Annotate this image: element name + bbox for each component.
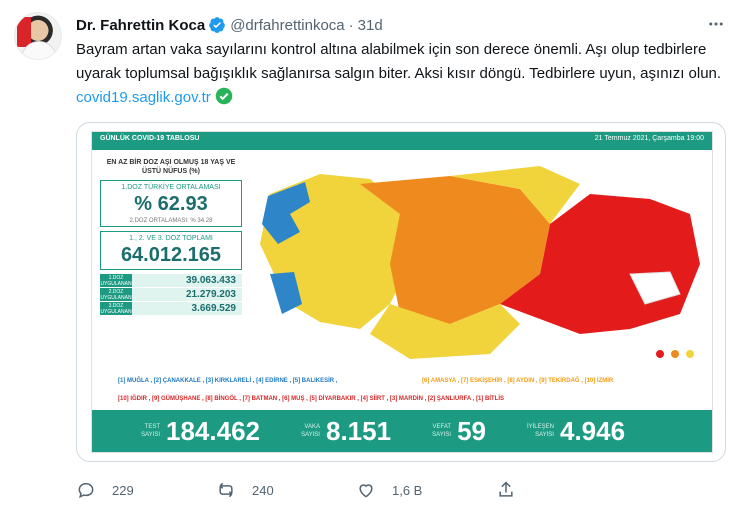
map-legend-dot-red bbox=[656, 350, 664, 358]
more-options-icon[interactable] bbox=[704, 12, 728, 36]
dose-rows: 1.DOZ UYGULANAN 39.063.433 2.DOZ UYGULAN… bbox=[100, 274, 242, 315]
tweet-text: Bayram artan vaka sayılarını kontrol alt… bbox=[76, 38, 726, 110]
total-dose-label: 1., 2. VE 3. DOZ TOPLAMI bbox=[129, 235, 213, 242]
metric-label: VAKA SAYISI bbox=[301, 424, 320, 438]
metric-value: 59 bbox=[457, 415, 486, 446]
tweet-media[interactable]: GÜNLÜK COVID-19 TABLOSU 21 Temmuz 2021, … bbox=[76, 122, 726, 462]
check-mark-icon bbox=[215, 87, 233, 105]
infographic-title: GÜNLÜK COVID-19 TABLOSU bbox=[100, 135, 200, 142]
separator-dot: · bbox=[348, 16, 354, 34]
metric-death: VEFAT SAYISI 59 bbox=[423, 416, 486, 447]
vaccination-stats: EN AZ BİR DOZ AŞI OLMUŞ 18 YAŞ VE ÜSTÜ N… bbox=[100, 158, 242, 315]
infographic-header: GÜNLÜK COVID-19 TABLOSU 21 Temmuz 2021, … bbox=[92, 132, 712, 150]
dose-row: 2.DOZ UYGULANAN 21.279.203 bbox=[100, 288, 242, 301]
total-dose-box: 1., 2. VE 3. DOZ TOPLAMI 64.012.165 bbox=[100, 231, 242, 270]
like-icon bbox=[359, 484, 373, 498]
avatar[interactable] bbox=[14, 12, 62, 60]
tweet-header: Dr. Fahrettin Koca @drfahrettinkoca · 31… bbox=[76, 14, 383, 36]
share-button[interactable] bbox=[496, 478, 636, 502]
reply-button[interactable]: 229 bbox=[76, 478, 216, 502]
metric-test: TEST SAYISI 184.462 bbox=[132, 416, 260, 447]
metric-value: 8.151 bbox=[325, 415, 392, 446]
turkey-vaccination-map bbox=[260, 166, 700, 359]
tweet-link[interactable]: covid19.saglik.gov.tr bbox=[76, 89, 211, 106]
infographic-date: 21 Temmuz 2021, Çarşamba 19:00 bbox=[594, 135, 704, 142]
tweet-body: Bayram artan vaka sayılarını kontrol alt… bbox=[76, 41, 722, 82]
dose-row-value: 3.669.529 bbox=[132, 302, 242, 315]
like-count: 1,6 B bbox=[392, 482, 423, 498]
metric-recovered: İYİLEŞEN SAYISI 4.946 bbox=[526, 416, 625, 447]
total-dose-value: 64.012.165 bbox=[120, 244, 222, 266]
legend-middle-provinces: [6] AMASYA , [7] ESKİŞEHİR , [8] AYDIN ,… bbox=[422, 378, 614, 384]
metric-value: 184.462 bbox=[166, 415, 260, 446]
metric-label: TEST SAYISI bbox=[141, 424, 160, 438]
metric-case: VAKA SAYISI 8.151 bbox=[292, 416, 391, 447]
dose-row: 1.DOZ UYGULANAN 39.063.433 bbox=[100, 274, 242, 287]
dose-row-label: 3.DOZ UYGULANAN bbox=[100, 303, 132, 315]
retweet-button[interactable]: 240 bbox=[216, 478, 356, 502]
verified-badge-icon bbox=[209, 17, 226, 33]
metric-label: İYİLEŞEN SAYISI bbox=[526, 424, 554, 438]
dose-row-value: 21.279.203 bbox=[132, 288, 242, 301]
second-dose-average: 2.DOZ ORTALAMASI: % 34.28 bbox=[129, 218, 213, 224]
tweet-actions: 229 240 1,6 B bbox=[76, 478, 636, 502]
daily-metrics-bar: TEST SAYISI 184.462 VAKA SAYISI 8.151 VE… bbox=[92, 410, 712, 452]
author-name[interactable]: Dr. Fahrettin Koca bbox=[76, 17, 205, 34]
reply-count: 229 bbox=[112, 482, 134, 498]
legend-bottom-provinces: [10] IĞDIR , [9] GÜMÜŞHANE , [8] BİNGÖL … bbox=[118, 396, 505, 402]
first-dose-value: % 62.93 bbox=[134, 193, 208, 215]
stats-heading: EN AZ BİR DOZ AŞI OLMUŞ 18 YAŞ VE ÜSTÜ N… bbox=[106, 159, 236, 175]
first-dose-label: 1.DOZ TÜRKİYE ORTALAMASI bbox=[121, 184, 221, 191]
retweet-icon bbox=[219, 482, 233, 498]
tweet-timestamp[interactable]: 31d bbox=[358, 17, 383, 34]
author-handle[interactable]: @drfahrettinkoca bbox=[230, 17, 344, 34]
metric-label: VEFAT SAYISI bbox=[432, 424, 452, 438]
dose-row-label: 1.DOZ UYGULANAN bbox=[100, 275, 132, 287]
retweet-count: 240 bbox=[252, 482, 274, 498]
legend-top-provinces: [1] MUĞLA , [2] ÇANAKKALE , [3] KIRKLARE… bbox=[118, 378, 338, 384]
first-dose-box: 1.DOZ TÜRKİYE ORTALAMASI % 62.93 2.DOZ O… bbox=[100, 180, 242, 227]
map-legend-dot-yellow bbox=[686, 350, 694, 358]
covid-infographic: GÜNLÜK COVID-19 TABLOSU 21 Temmuz 2021, … bbox=[91, 131, 713, 453]
reply-icon bbox=[78, 482, 94, 498]
like-button[interactable]: 1,6 B bbox=[356, 478, 496, 502]
dose-row: 3.DOZ UYGULANAN 3.669.529 bbox=[100, 302, 242, 315]
share-icon bbox=[499, 481, 513, 497]
map-legend-dot-orange bbox=[671, 350, 679, 358]
dose-row-value: 39.063.433 bbox=[132, 274, 242, 287]
dose-row-label: 2.DOZ UYGULANAN bbox=[100, 289, 132, 301]
metric-value: 4.946 bbox=[559, 415, 626, 446]
